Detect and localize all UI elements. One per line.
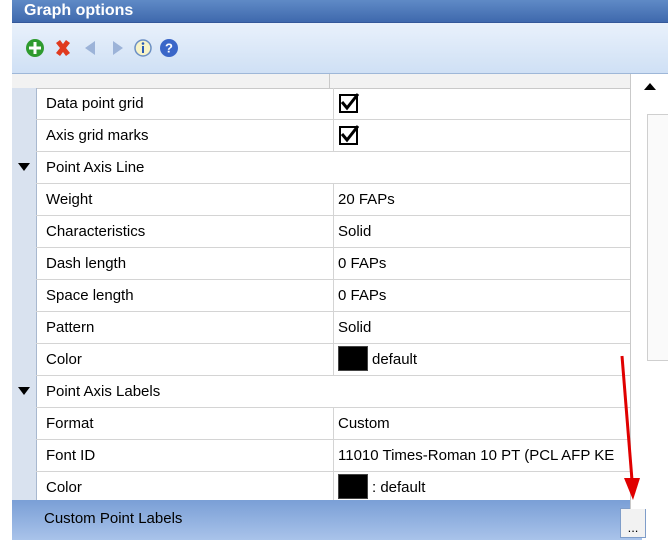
selected-row-custom-point-labels[interactable]: Custom Point Labels ... [12, 500, 646, 540]
property-label: Color [36, 344, 334, 375]
property-label: Dash length [36, 248, 334, 279]
selected-row-label: Custom Point Labels [44, 510, 183, 527]
property-label: Point Axis Line [46, 159, 145, 176]
property-label: Point Axis Labels [46, 383, 161, 400]
toolbar: ? [12, 23, 668, 74]
property-checkbox[interactable] [333, 88, 647, 119]
property-grid: Data point grid Axis grid marks Point Axis… [12, 74, 646, 540]
grid-header [12, 74, 642, 89]
property-row[interactable]: Weight 20 FAPs [36, 184, 642, 216]
window-title: Graph options [24, 2, 134, 19]
property-label: Space length [36, 280, 334, 311]
property-row[interactable]: Dash length 0 FAPs [36, 248, 642, 280]
color-swatch[interactable] [338, 474, 368, 500]
window-title-bar: Graph options [12, 0, 668, 23]
ellipsis-button[interactable]: ... [620, 508, 646, 538]
property-checkbox[interactable] [333, 120, 647, 151]
property-row[interactable]: Color default [36, 344, 642, 376]
scroll-thumb[interactable] [647, 114, 668, 361]
collapse-arrow-icon[interactable] [18, 387, 30, 395]
property-label: Characteristics [36, 216, 334, 247]
property-row[interactable]: Axis grid marks [36, 120, 642, 152]
checkbox-checked-icon[interactable] [339, 93, 360, 113]
property-label: Data point grid [36, 88, 334, 119]
vertical-scrollbar[interactable] [630, 74, 668, 509]
property-row[interactable]: Data point grid [36, 88, 642, 120]
ellipsis-button-label: ... [627, 520, 639, 535]
color-name: : default [372, 479, 426, 496]
property-label: Format [36, 408, 334, 439]
color-name: default [372, 351, 418, 368]
category-row[interactable]: Point Axis Line [18, 152, 642, 184]
svg-text:?: ? [165, 41, 173, 56]
property-label: Weight [36, 184, 334, 215]
property-rows: Data point grid Axis grid marks Point Axis… [18, 88, 642, 504]
color-swatch[interactable] [338, 346, 368, 372]
back-icon[interactable] [80, 37, 102, 59]
checkbox-checked-icon[interactable] [339, 125, 360, 145]
property-row[interactable]: Space length 0 FAPs [36, 280, 642, 312]
property-value[interactable]: 20 FAPs [333, 184, 647, 215]
property-value[interactable]: 11010 Times-Roman 10 PT (PCL AFP KE [333, 440, 647, 471]
property-value[interactable]: Solid [333, 312, 647, 343]
category-row[interactable]: Point Axis Labels [18, 376, 642, 408]
row-gutter [12, 88, 37, 500]
property-row[interactable]: Font ID 11010 Times-Roman 10 PT (PCL AFP … [36, 440, 642, 472]
property-value[interactable]: 0 FAPs [333, 280, 647, 311]
scroll-up-button[interactable] [635, 74, 665, 109]
property-label: Pattern [36, 312, 334, 343]
property-value[interactable]: Custom [333, 408, 647, 439]
forward-icon[interactable] [106, 37, 128, 59]
property-row[interactable]: Format Custom [36, 408, 642, 440]
property-color-value[interactable]: : default [333, 472, 647, 503]
property-row[interactable]: Characteristics Solid [36, 216, 642, 248]
property-value[interactable]: Solid [333, 216, 647, 247]
delete-icon[interactable] [52, 37, 74, 59]
property-color-value[interactable]: default [333, 344, 647, 375]
property-value[interactable]: 0 FAPs [333, 248, 647, 279]
info-icon[interactable] [132, 37, 154, 59]
add-icon[interactable] [24, 37, 46, 59]
property-label: Color [36, 472, 334, 503]
help-icon[interactable]: ? [158, 37, 180, 59]
collapse-arrow-icon[interactable] [18, 163, 30, 171]
property-label: Axis grid marks [36, 120, 334, 151]
property-label: Font ID [36, 440, 334, 471]
property-row[interactable]: Pattern Solid [36, 312, 642, 344]
